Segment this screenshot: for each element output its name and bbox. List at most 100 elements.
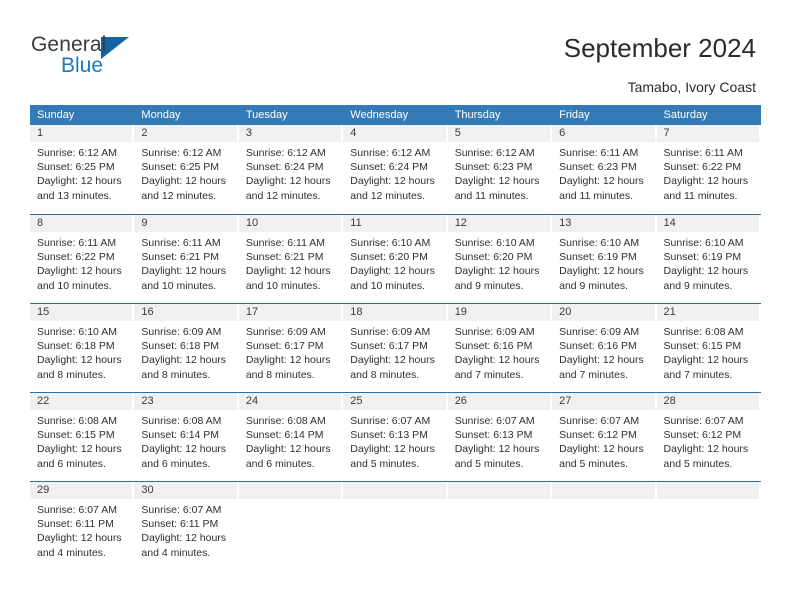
day-daylight-text: Daylight: 12 hours bbox=[559, 265, 644, 278]
calendar-day-cell[interactable]: 29 Sunrise: 6:07 AM Sunset: 6:11 PM Dayligh… bbox=[30, 482, 135, 571]
day-daylight-text: and 10 minutes. bbox=[245, 279, 321, 292]
calendar-day-cell[interactable]: 21 Sunrise: 6:08 AM Sunset: 6:15 PM Dayligh… bbox=[656, 304, 761, 392]
calendar-day-cell[interactable]: 4 Sunrise: 6:12 AM Sunset: 6:24 PM Daylight… bbox=[343, 125, 448, 214]
day-number: 24 bbox=[238, 393, 342, 410]
day-daylight-text: Daylight: 12 hours bbox=[141, 354, 227, 367]
day-sunrise-text: Sunrise: 6:07 AM bbox=[559, 415, 640, 427]
calendar-weeks: 1 Sunrise: 6:12 AM Sunset: 6:25 PM Daylight… bbox=[30, 125, 761, 571]
day-daylight-text: Daylight: 12 hours bbox=[141, 265, 227, 278]
day-sunset-text: Sunset: 6:22 PM bbox=[37, 251, 115, 264]
day-sunrise-text: Sunrise: 6:07 AM bbox=[663, 415, 744, 427]
day-details: Sunrise: 6:09 AM Sunset: 6:16 PM Daylight:… bbox=[448, 321, 550, 382]
calendar-day-cell[interactable]: 17 Sunrise: 6:09 AM Sunset: 6:17 PM Dayligh… bbox=[238, 304, 344, 392]
calendar-day-cell[interactable]: 26 Sunrise: 6:07 AM Sunset: 6:13 PM Dayligh… bbox=[447, 393, 553, 481]
day-sunset-text: Sunset: 6:16 PM bbox=[454, 340, 533, 353]
day-daylight-text: Daylight: 12 hours bbox=[350, 354, 435, 367]
day-sunrise-text: Sunrise: 6:11 AM bbox=[37, 237, 117, 249]
day-details: Sunrise: 6:07 AM Sunset: 6:11 PM Daylight:… bbox=[134, 499, 236, 560]
day-sunrise-text: Sunrise: 6:12 AM bbox=[350, 147, 431, 159]
weekday-header-tuesday: Tuesday bbox=[245, 109, 288, 121]
day-sunset-text: Sunset: 6:14 PM bbox=[141, 429, 220, 442]
day-daylight-text: and 11 minutes. bbox=[559, 189, 634, 202]
day-number: 3 bbox=[238, 125, 342, 142]
calendar-day-cell[interactable]: 7 Sunrise: 6:11 AM Sunset: 6:22 PM Daylight… bbox=[656, 125, 761, 214]
day-sunrise-text: Sunrise: 6:09 AM bbox=[350, 326, 431, 338]
day-sunset-text: Sunset: 6:20 PM bbox=[350, 251, 428, 264]
calendar-empty-cell bbox=[238, 482, 344, 571]
day-daylight-text: and 12 minutes. bbox=[350, 189, 425, 202]
calendar-day-cell[interactable]: 16 Sunrise: 6:09 AM Sunset: 6:18 PM Dayligh… bbox=[134, 304, 239, 392]
day-daylight-text: and 5 minutes. bbox=[559, 457, 628, 470]
calendar-day-cell[interactable]: 19 Sunrise: 6:09 AM Sunset: 6:16 PM Dayligh… bbox=[447, 304, 553, 392]
day-number bbox=[656, 482, 759, 499]
day-daylight-text: Daylight: 12 hours bbox=[663, 443, 749, 456]
day-daylight-text: Daylight: 12 hours bbox=[37, 354, 122, 367]
day-number: 27 bbox=[552, 393, 655, 410]
day-number: 25 bbox=[343, 393, 446, 410]
day-daylight-text: Daylight: 12 hours bbox=[245, 443, 331, 456]
calendar-day-cell[interactable]: 3 Sunrise: 6:12 AM Sunset: 6:24 PM Daylight… bbox=[238, 125, 344, 214]
day-sunset-text: Sunset: 6:21 PM bbox=[141, 251, 220, 264]
day-number: 26 bbox=[447, 393, 551, 410]
calendar-day-cell[interactable]: 2 Sunrise: 6:12 AM Sunset: 6:25 PM Daylight… bbox=[134, 125, 239, 214]
day-sunset-text: Sunset: 6:13 PM bbox=[454, 429, 533, 442]
calendar-day-cell[interactable]: 27 Sunrise: 6:07 AM Sunset: 6:12 PM Dayligh… bbox=[552, 393, 657, 481]
calendar-day-cell[interactable]: 28 Sunrise: 6:07 AM Sunset: 6:12 PM Dayligh… bbox=[656, 393, 761, 481]
page-title: September 2024 bbox=[563, 33, 756, 63]
day-sunset-text: Sunset: 6:15 PM bbox=[37, 429, 115, 442]
day-sunrise-text: Sunrise: 6:09 AM bbox=[245, 326, 326, 338]
day-number bbox=[447, 482, 551, 499]
calendar-day-cell[interactable]: 9 Sunrise: 6:11 AM Sunset: 6:21 PM Daylight… bbox=[134, 215, 239, 303]
day-sunrise-text: Sunrise: 6:07 AM bbox=[350, 415, 431, 427]
calendar-day-cell[interactable]: 24 Sunrise: 6:08 AM Sunset: 6:14 PM Dayligh… bbox=[238, 393, 344, 481]
calendar-empty-cell bbox=[656, 482, 761, 571]
calendar-day-cell[interactable]: 18 Sunrise: 6:09 AM Sunset: 6:17 PM Dayligh… bbox=[343, 304, 448, 392]
day-details: Sunrise: 6:09 AM Sunset: 6:18 PM Daylight:… bbox=[134, 321, 236, 382]
weekday-header-thursday: Thursday bbox=[454, 109, 501, 121]
day-daylight-text: Daylight: 12 hours bbox=[559, 175, 644, 188]
day-sunset-text: Sunset: 6:12 PM bbox=[559, 429, 637, 442]
calendar-day-cell[interactable]: 30 Sunrise: 6:07 AM Sunset: 6:11 PM Dayligh… bbox=[134, 482, 239, 571]
day-number: 14 bbox=[656, 215, 759, 232]
page-subtitle: Tamabo, Ivory Coast bbox=[627, 79, 756, 95]
day-sunrise-text: Sunrise: 6:08 AM bbox=[245, 415, 326, 427]
day-daylight-text: Daylight: 12 hours bbox=[454, 443, 540, 456]
calendar-day-cell[interactable]: 25 Sunrise: 6:07 AM Sunset: 6:13 PM Dayligh… bbox=[343, 393, 448, 481]
day-daylight-text: and 6 minutes. bbox=[37, 457, 106, 470]
day-details: Sunrise: 6:08 AM Sunset: 6:15 PM Daylight:… bbox=[657, 321, 759, 382]
calendar-day-cell[interactable]: 11 Sunrise: 6:10 AM Sunset: 6:20 PM Dayligh… bbox=[343, 215, 448, 303]
day-details: Sunrise: 6:10 AM Sunset: 6:19 PM Daylight:… bbox=[657, 232, 759, 293]
calendar-day-cell[interactable]: 23 Sunrise: 6:08 AM Sunset: 6:14 PM Dayligh… bbox=[134, 393, 239, 481]
calendar-grid: Sunday Monday Tuesday Wednesday Thursday Frid… bbox=[30, 105, 761, 571]
day-details: Sunrise: 6:07 AM Sunset: 6:13 PM Daylight:… bbox=[343, 410, 445, 471]
general-blue-logo[interactable]: General Blue bbox=[31, 33, 161, 79]
calendar-day-cell[interactable]: 20 Sunrise: 6:09 AM Sunset: 6:16 PM Dayligh… bbox=[552, 304, 657, 392]
calendar-day-cell[interactable]: 13 Sunrise: 6:10 AM Sunset: 6:19 PM Dayligh… bbox=[552, 215, 657, 303]
calendar-day-cell[interactable]: 15 Sunrise: 6:10 AM Sunset: 6:18 PM Dayligh… bbox=[30, 304, 135, 392]
calendar-day-cell[interactable]: 14 Sunrise: 6:10 AM Sunset: 6:19 PM Dayligh… bbox=[656, 215, 761, 303]
day-daylight-text: Daylight: 12 hours bbox=[141, 175, 227, 188]
day-sunrise-text: Sunrise: 6:11 AM bbox=[559, 147, 639, 159]
day-sunset-text: Sunset: 6:18 PM bbox=[37, 340, 115, 353]
day-daylight-text: Daylight: 12 hours bbox=[454, 354, 540, 367]
calendar-day-cell[interactable]: 12 Sunrise: 6:10 AM Sunset: 6:20 PM Dayligh… bbox=[447, 215, 553, 303]
day-details: Sunrise: 6:08 AM Sunset: 6:14 PM Daylight:… bbox=[134, 410, 236, 471]
day-sunset-text: Sunset: 6:12 PM bbox=[663, 429, 742, 442]
day-number: 12 bbox=[447, 215, 551, 232]
day-sunrise-text: Sunrise: 6:11 AM bbox=[663, 147, 743, 159]
day-details: Sunrise: 6:07 AM Sunset: 6:13 PM Daylight:… bbox=[448, 410, 550, 471]
calendar-day-cell[interactable]: 1 Sunrise: 6:12 AM Sunset: 6:25 PM Daylight… bbox=[30, 125, 135, 214]
calendar-empty-cell bbox=[552, 482, 657, 571]
day-daylight-text: Daylight: 12 hours bbox=[141, 443, 227, 456]
day-daylight-text: and 7 minutes. bbox=[559, 368, 628, 381]
day-number: 9 bbox=[134, 215, 237, 232]
calendar-day-cell[interactable]: 6 Sunrise: 6:11 AM Sunset: 6:23 PM Daylight… bbox=[552, 125, 657, 214]
day-sunrise-text: Sunrise: 6:12 AM bbox=[37, 147, 117, 159]
calendar-day-cell[interactable]: 10 Sunrise: 6:11 AM Sunset: 6:21 PM Dayligh… bbox=[238, 215, 344, 303]
day-details: Sunrise: 6:10 AM Sunset: 6:18 PM Daylight:… bbox=[30, 321, 132, 382]
day-number: 7 bbox=[656, 125, 759, 142]
calendar-day-cell[interactable]: 5 Sunrise: 6:12 AM Sunset: 6:23 PM Daylight… bbox=[447, 125, 553, 214]
day-sunset-text: Sunset: 6:19 PM bbox=[559, 251, 637, 264]
calendar-day-cell[interactable]: 22 Sunrise: 6:08 AM Sunset: 6:15 PM Dayligh… bbox=[30, 393, 135, 481]
calendar-day-cell[interactable]: 8 Sunrise: 6:11 AM Sunset: 6:22 PM Daylight… bbox=[30, 215, 135, 303]
